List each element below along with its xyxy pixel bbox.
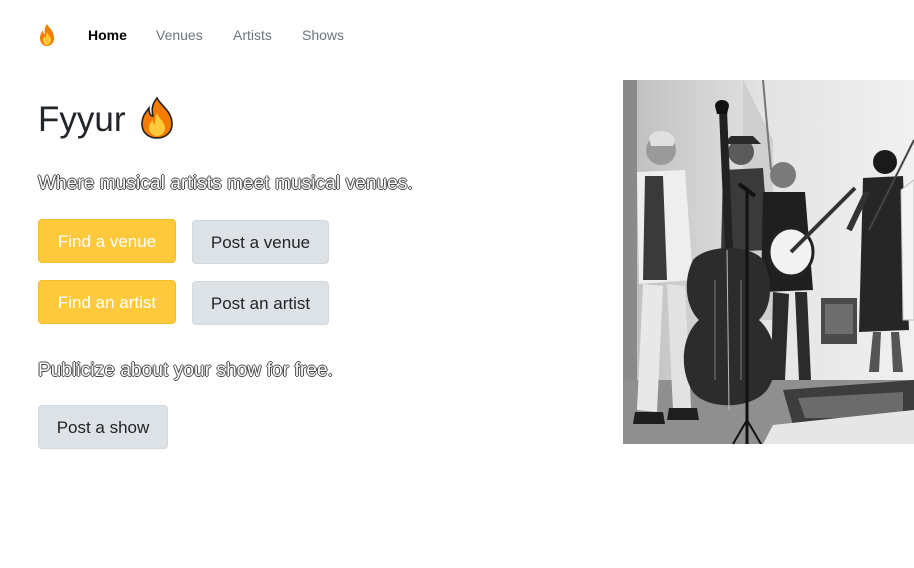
publicize-text: Publicize about your show for free. (38, 360, 333, 381)
nav-link-venues[interactable]: Venues (156, 26, 203, 44)
nav-link-artists[interactable]: Artists (233, 26, 272, 44)
top-navbar: Home Venues Artists Shows (0, 0, 914, 70)
page: Home Venues Artists Shows Fyyur Where mu… (0, 0, 914, 568)
nav-link-shows[interactable]: Shows (302, 26, 344, 44)
find-venue-button[interactable]: Find a venue (38, 219, 176, 263)
page-title: Fyyur (38, 100, 126, 139)
fire-icon (141, 96, 173, 139)
find-artist-button[interactable]: Find an artist (38, 280, 176, 324)
post-show-button[interactable]: Post a show (38, 405, 168, 449)
nav-link-home[interactable]: Home (88, 26, 127, 44)
band-photo (623, 80, 914, 444)
post-venue-button[interactable]: Post a venue (192, 220, 329, 264)
post-artist-button[interactable]: Post an artist (192, 281, 329, 325)
fire-icon[interactable] (38, 23, 56, 47)
tagline: Where musical artists meet musical venue… (38, 173, 413, 194)
